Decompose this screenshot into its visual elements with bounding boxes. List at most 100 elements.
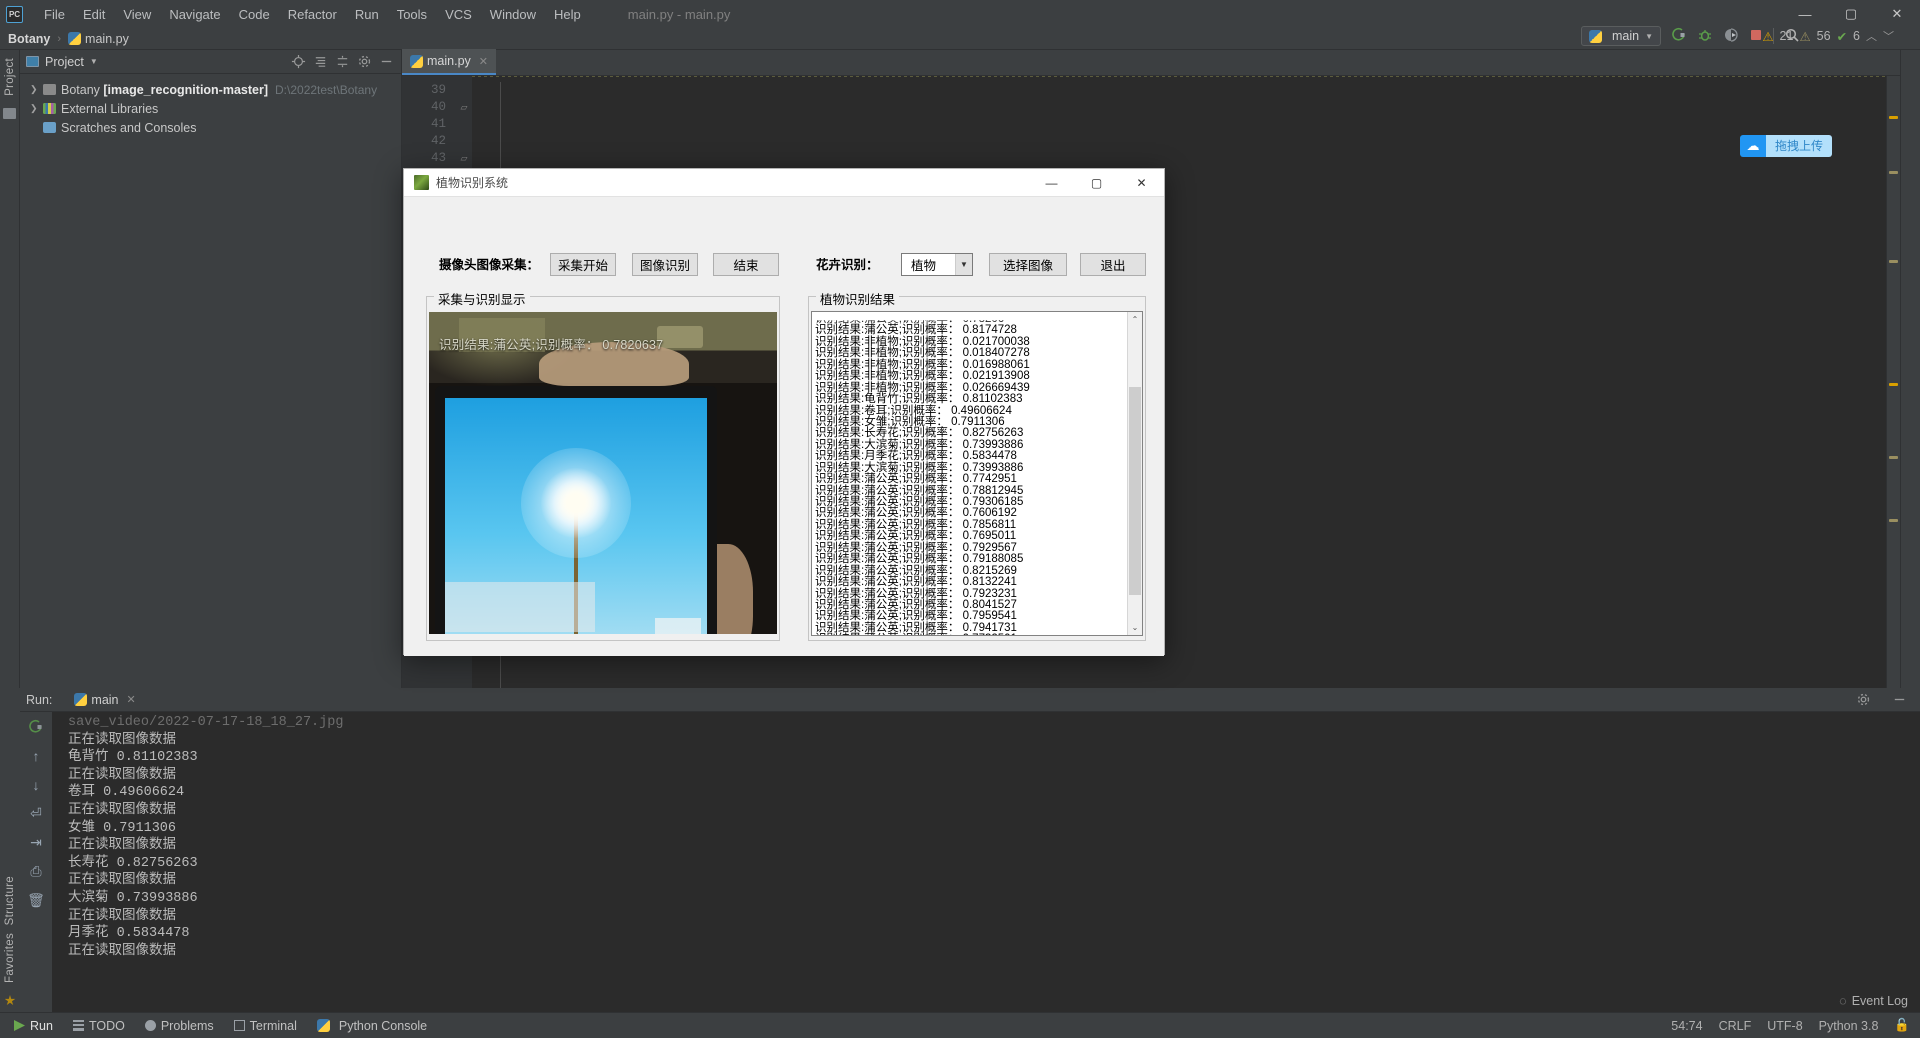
scroll-up-button[interactable]: ⌃: [1128, 312, 1142, 327]
menu-item-help[interactable]: Help: [545, 4, 590, 25]
line-separator[interactable]: CRLF: [1719, 1019, 1752, 1033]
run-tab-main[interactable]: main ✕: [74, 693, 136, 707]
coverage-icon[interactable]: [1723, 27, 1739, 46]
result-row[interactable]: 识别结果:非植物;识别概率： 0.021913908: [815, 370, 1127, 382]
hide-run-panel-icon[interactable]: [1892, 692, 1908, 708]
menu-item-refactor[interactable]: Refactor: [279, 4, 346, 25]
menu-item-tools[interactable]: Tools: [388, 4, 436, 25]
breadcrumb-file[interactable]: main.py: [85, 32, 129, 46]
chevron-right-icon[interactable]: ❯: [30, 103, 43, 114]
file-encoding[interactable]: UTF-8: [1767, 1019, 1802, 1033]
stop-icon[interactable]: [1749, 28, 1763, 45]
settings-gear-icon[interactable]: [357, 54, 373, 70]
soft-wrap-icon[interactable]: ⏎: [28, 805, 45, 822]
result-row[interactable]: 识别结果:龟背竹;识别概率： 0.81102383: [815, 393, 1127, 405]
upload-badge[interactable]: ☁ 拖拽上传: [1739, 135, 1832, 157]
result-row[interactable]: 识别结果:蒲公英;识别概率： 0.7732501: [815, 633, 1127, 635]
chevron-down-icon[interactable]: ﹀: [1883, 28, 1894, 44]
bottom-tab-todo[interactable]: TODO: [63, 1019, 135, 1033]
warning-marker[interactable]: [1889, 116, 1898, 119]
sidebar-tab-project[interactable]: Project: [4, 58, 16, 96]
dialog-minimize-button[interactable]: —: [1029, 169, 1074, 197]
sidebar-tab-favorites[interactable]: Favorites: [4, 933, 16, 983]
locate-target-icon[interactable]: [291, 54, 307, 70]
console-output[interactable]: save_video/2022-07-17-18_18_27.jpg 正在读取图像…: [52, 712, 1920, 1012]
weak-warning-marker[interactable]: [1889, 456, 1898, 459]
video-preview[interactable]: 识别结果:蒲公英;识别概率： 0.7820637: [429, 312, 777, 634]
start-capture-button[interactable]: 采集开始: [550, 253, 616, 276]
run-icon[interactable]: [1671, 27, 1687, 46]
results-list[interactable]: 识别结果:蒲公英;识别概率： 0.78206 识别结果:蒲公英;识别概率： 0.8…: [812, 312, 1127, 635]
favorites-star-icon[interactable]: [4, 995, 16, 1006]
result-row[interactable]: 识别结果:月季花;识别概率： 0.5834478: [815, 450, 1127, 462]
print-icon[interactable]: ⎙: [28, 863, 45, 880]
chevron-right-icon[interactable]: ❯: [30, 84, 43, 95]
menu-item-vcs[interactable]: VCS: [436, 4, 481, 25]
tree-item-external-libraries[interactable]: ❯ External Libraries: [24, 99, 401, 118]
run-configuration-selector[interactable]: main ▼: [1580, 26, 1661, 46]
scrollbar-thumb[interactable]: [1129, 387, 1141, 595]
project-folder-icon[interactable]: [3, 107, 16, 119]
end-button[interactable]: 结束: [713, 253, 779, 276]
close-button[interactable]: ✕: [1874, 0, 1920, 28]
scroll-to-end-icon[interactable]: ⇥: [28, 834, 45, 851]
menu-item-view[interactable]: View: [114, 4, 160, 25]
exit-button[interactable]: 退出: [1080, 253, 1146, 276]
rerun-icon[interactable]: [28, 718, 45, 735]
dialog-close-button[interactable]: ✕: [1119, 169, 1164, 197]
event-log-button[interactable]: ◌ Event Log: [1839, 990, 1908, 1012]
caret-position[interactable]: 54:74: [1671, 1019, 1702, 1033]
bottom-tab-python-console[interactable]: Python Console: [307, 1019, 437, 1033]
editor-marker-gutter[interactable]: [1886, 76, 1900, 710]
weak-warning-marker[interactable]: [1889, 260, 1898, 263]
image-recognize-button[interactable]: 图像识别: [632, 253, 698, 276]
weak-warning-marker[interactable]: [1889, 519, 1898, 522]
result-row[interactable]: 识别结果:蒲公英;识别概率： 0.8132241: [815, 576, 1127, 588]
chevron-down-icon[interactable]: ▼: [955, 254, 972, 275]
menu-item-run[interactable]: Run: [346, 4, 388, 25]
dialog-maximize-button[interactable]: ▢: [1074, 169, 1119, 197]
weak-warning-marker[interactable]: [1889, 171, 1898, 174]
fold-marker-icon[interactable]: ▱: [456, 150, 472, 167]
bottom-tab-terminal[interactable]: Terminal: [224, 1019, 307, 1033]
chevron-up-icon[interactable]: ︿: [1866, 28, 1877, 44]
result-row[interactable]: 识别结果:蒲公英;识别概率： 0.78206: [815, 320, 1127, 325]
chevron-down-icon[interactable]: ▼: [90, 57, 98, 66]
project-panel-title[interactable]: Project: [45, 55, 84, 69]
lock-icon[interactable]: 🔓: [1894, 1018, 1910, 1033]
run-settings-gear-icon[interactable]: [1856, 692, 1872, 708]
result-row[interactable]: 识别结果:蒲公英;识别概率： 0.7742951: [815, 473, 1127, 485]
up-arrow-icon[interactable]: ↑: [28, 747, 45, 764]
tree-item-botany[interactable]: ❯ Botany [image_recognition-master] D:\2…: [24, 80, 401, 99]
menu-item-file[interactable]: File: [35, 4, 74, 25]
down-arrow-icon[interactable]: ↓: [28, 776, 45, 793]
sidebar-tab-structure[interactable]: Structure: [4, 876, 16, 925]
breadcrumb-project[interactable]: Botany: [8, 32, 50, 46]
minimize-button[interactable]: —: [1782, 0, 1828, 28]
close-run-tab-icon[interactable]: ✕: [127, 693, 136, 706]
results-listbox[interactable]: 识别结果:蒲公英;识别概率： 0.78206 识别结果:蒲公英;识别概率： 0.8…: [811, 311, 1143, 636]
plant-type-combobox[interactable]: 植物 ▼: [901, 253, 973, 276]
collapse-all-icon[interactable]: [335, 54, 351, 70]
warning-marker[interactable]: [1889, 383, 1898, 386]
menu-item-edit[interactable]: Edit: [74, 4, 114, 25]
chevron-down-icon[interactable]: ▼: [1645, 32, 1653, 41]
maximize-button[interactable]: ▢: [1828, 0, 1874, 28]
debug-icon[interactable]: [1697, 27, 1713, 46]
expand-all-icon[interactable]: [313, 54, 329, 70]
menu-item-code[interactable]: Code: [230, 4, 279, 25]
bottom-tab-problems[interactable]: Problems: [135, 1019, 224, 1033]
editor-tab-main-py[interactable]: main.py ✕: [402, 49, 496, 75]
hide-panel-icon[interactable]: [379, 54, 395, 70]
result-row[interactable]: 识别结果:蒲公英;识别概率： 0.79188085: [815, 553, 1127, 565]
menu-item-window[interactable]: Window: [481, 4, 545, 25]
results-scrollbar[interactable]: ⌃ ⌄: [1127, 312, 1142, 635]
close-tab-icon[interactable]: ✕: [479, 55, 488, 68]
python-interpreter[interactable]: Python 3.8: [1819, 1019, 1879, 1033]
scroll-down-button[interactable]: ⌄: [1128, 620, 1142, 635]
choose-image-button[interactable]: 选择图像: [989, 253, 1067, 276]
search-icon[interactable]: [1784, 27, 1800, 46]
menu-item-navigate[interactable]: Navigate: [160, 4, 229, 25]
fold-marker-icon[interactable]: ▱: [456, 99, 472, 116]
clear-all-icon[interactable]: 🗑: [27, 892, 45, 909]
